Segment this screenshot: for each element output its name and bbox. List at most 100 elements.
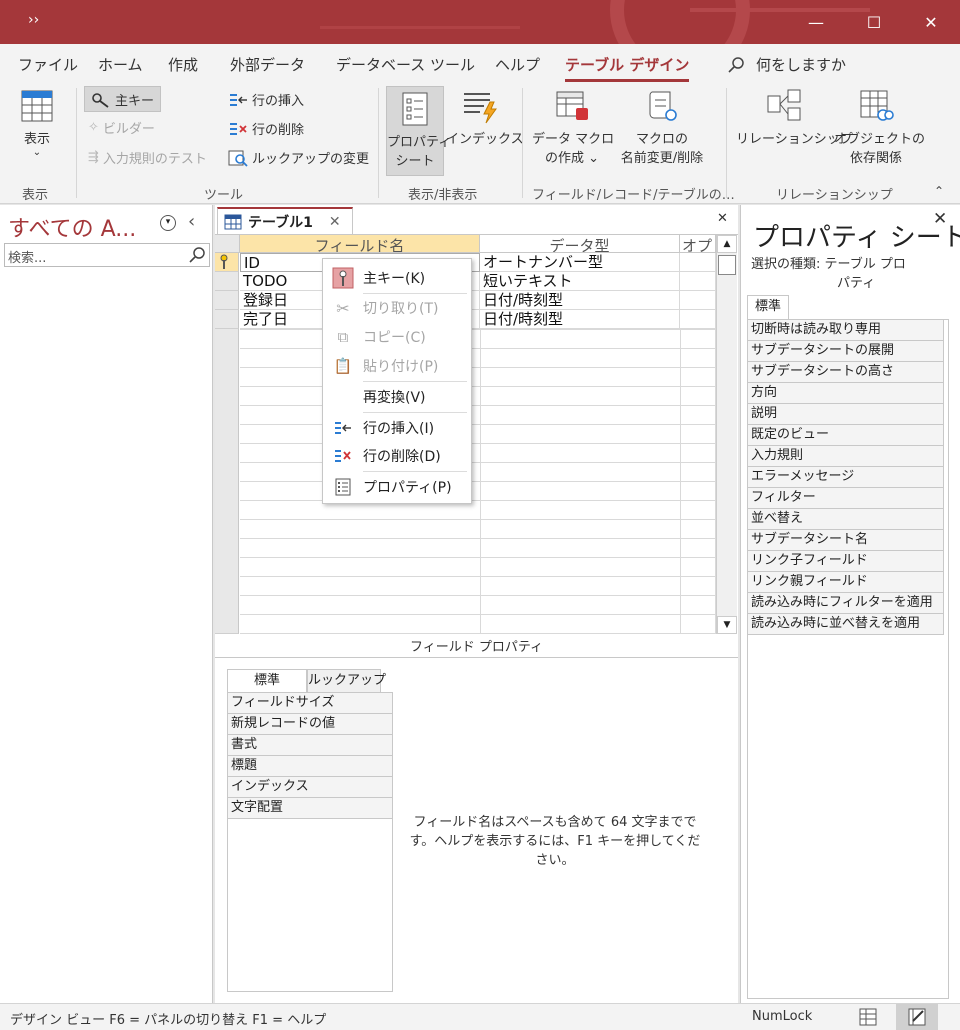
menu-separator (363, 381, 467, 382)
column-header-data-type[interactable]: データ型 (480, 235, 680, 253)
tab-file[interactable]: ファイル (18, 54, 78, 75)
property-row[interactable]: 既定のビュー (748, 425, 944, 446)
nav-pane-title[interactable]: すべての A... (8, 211, 136, 243)
property-row[interactable]: 切断時は読み取り専用 (748, 320, 944, 341)
nav-menu-chevron-icon[interactable]: ▾ (160, 215, 176, 231)
property-row[interactable]: フィルター (748, 488, 944, 509)
nav-search-input[interactable]: 検索... (4, 243, 210, 267)
close-property-sheet-icon[interactable]: ✕ (933, 209, 947, 229)
property-sheet-list: 切断時は読み取り専用 サブデータシートの展開 サブデータシートの高さ 方向 説明… (747, 319, 949, 999)
tab-create[interactable]: 作成 (168, 54, 198, 75)
object-dependencies-button[interactable]: オブジェクトの 依存関係 (834, 88, 925, 166)
context-item-cut[interactable]: ✂ 切り取り(T) (323, 295, 471, 321)
property-row[interactable]: リンク子フィールド (748, 551, 944, 572)
collapse-ribbon-icon[interactable]: ⌃ (934, 184, 944, 198)
property-row[interactable]: サブデータシートの高さ (748, 362, 944, 383)
scroll-thumb[interactable] (718, 255, 736, 275)
insert-rows-icon (230, 93, 247, 106)
primary-key-button[interactable]: 主キー (84, 86, 162, 112)
close-tab-icon[interactable]: ✕ (329, 214, 341, 230)
options-cell[interactable] (680, 272, 716, 291)
insert-rows-button[interactable]: 行の挿入 (228, 90, 304, 109)
relationships-button[interactable]: リレーションシップ (736, 88, 853, 147)
tab-database-tools[interactable]: データベース ツール (336, 54, 475, 75)
data-type-cell[interactable]: 短いテキスト (480, 272, 680, 291)
property-sheet-tab-general[interactable]: 標準 (747, 295, 789, 319)
property-row[interactable]: 読み込み時に並べ替えを適用 (748, 614, 944, 635)
group-tools-label: ツール (204, 188, 244, 203)
collapse-nav-icon[interactable]: ‹ (188, 211, 195, 232)
rename-delete-macro-button[interactable]: マクロの 名前変更/削除 (612, 88, 712, 166)
context-item-properties[interactable]: プロパティ(P) (323, 474, 471, 500)
tab-external-data[interactable]: 外部データ (230, 54, 305, 75)
row-selector[interactable] (215, 272, 239, 291)
delete-rows-button[interactable]: 行の削除 (228, 119, 304, 138)
row-selector[interactable] (215, 291, 239, 310)
datasheet-view-icon[interactable] (858, 1007, 878, 1027)
options-cell[interactable] (680, 310, 716, 329)
group-divider (378, 88, 379, 198)
field-prop-row[interactable]: 文字配置 (228, 798, 392, 819)
key-icon (220, 254, 228, 269)
context-item-paste[interactable]: 📋 貼り付け(P) (323, 353, 471, 379)
delete-rows-icon (230, 122, 247, 135)
scroll-down-arrow-icon[interactable]: ▼ (717, 616, 737, 634)
builder-button[interactable]: ✧ ビルダー (88, 118, 155, 137)
row-selector[interactable] (215, 310, 239, 329)
property-row[interactable]: 方向 (748, 383, 944, 404)
property-row[interactable]: リンク親フィールド (748, 572, 944, 593)
property-row[interactable]: 入力規則 (748, 446, 944, 467)
row-selector-primary-key[interactable] (215, 253, 239, 272)
column-header-options[interactable]: オプ (680, 235, 716, 253)
document-tab-table1[interactable]: テーブル1 ✕ (217, 207, 353, 235)
tab-help[interactable]: ヘルプ (495, 54, 540, 75)
data-type-cell[interactable]: 日付/時刻型 (480, 310, 680, 329)
context-item-copy[interactable]: ⧉ コピー(C) (323, 324, 471, 350)
vertical-scrollbar[interactable]: ▲ ▼ (716, 235, 737, 634)
context-item-primary-key[interactable]: 主キー(K) (323, 265, 471, 291)
tab-home[interactable]: ホーム (98, 54, 143, 75)
options-cell[interactable] (680, 253, 716, 272)
options-cell[interactable] (680, 291, 716, 310)
field-props-tab-lookup[interactable]: ルックアップ (307, 669, 386, 693)
status-text: デザイン ビュー F6 = パネルの切り替え F1 = ヘルプ (10, 1013, 327, 1028)
field-props-tab-general[interactable]: 標準 (227, 669, 307, 693)
select-all-corner[interactable] (215, 235, 240, 253)
quick-access-chevron-icon[interactable]: ›› (28, 12, 39, 28)
column-header-field-name[interactable]: フィールド名 (240, 235, 480, 253)
tell-me-box[interactable]: 何をしますか (728, 54, 846, 75)
property-sheet-button[interactable]: プロパティ シート (386, 86, 451, 176)
property-row[interactable]: サブデータシート名 (748, 530, 944, 551)
design-view-button[interactable] (896, 1004, 938, 1030)
empty-rows[interactable] (240, 329, 716, 634)
context-item-insert-rows[interactable]: 行の挿入(I) (323, 415, 471, 441)
scroll-up-arrow-icon[interactable]: ▲ (717, 235, 737, 253)
data-type-cell[interactable]: オートナンバー型 (480, 253, 680, 272)
indexes-button[interactable]: インデックス (446, 88, 524, 147)
test-validation-rules-button[interactable]: ⇶ 入力規則のテスト (88, 148, 207, 167)
close-document-icon[interactable]: ✕ (717, 211, 728, 226)
property-row[interactable]: サブデータシートの展開 (748, 341, 944, 362)
property-row[interactable]: エラーメッセージ (748, 467, 944, 488)
property-row[interactable]: 説明 (748, 404, 944, 425)
view-button[interactable]: 表示 ⌄ (14, 88, 60, 158)
field-prop-row[interactable]: 書式 (228, 735, 392, 756)
minimize-button[interactable]: — (787, 0, 845, 44)
modify-lookups-button[interactable]: ルックアップの変更 (228, 148, 369, 167)
data-type-cell[interactable]: 日付/時刻型 (480, 291, 680, 310)
field-prop-row[interactable]: 新規レコードの値 (228, 714, 392, 735)
field-prop-row[interactable]: フィールドサイズ (228, 693, 392, 714)
create-data-macros-button[interactable]: データ マクロ の作成 ⌄ (532, 88, 614, 166)
property-row[interactable]: 並べ替え (748, 509, 944, 530)
property-row[interactable]: 読み込み時にフィルターを適用 (748, 593, 944, 614)
field-prop-row[interactable]: インデックス (228, 777, 392, 798)
title-decoration (610, 0, 750, 44)
search-icon[interactable] (189, 246, 207, 264)
field-prop-row[interactable]: 標題 (228, 756, 392, 777)
tab-table-design[interactable]: テーブル デザイン (565, 54, 690, 82)
close-button[interactable]: ✕ (902, 0, 960, 44)
context-item-reconvert[interactable]: 再変換(V) (323, 384, 471, 410)
maximize-button[interactable]: ☐ (845, 0, 903, 44)
context-item-delete-rows[interactable]: 行の削除(D) (323, 443, 471, 469)
group-divider (522, 88, 523, 198)
